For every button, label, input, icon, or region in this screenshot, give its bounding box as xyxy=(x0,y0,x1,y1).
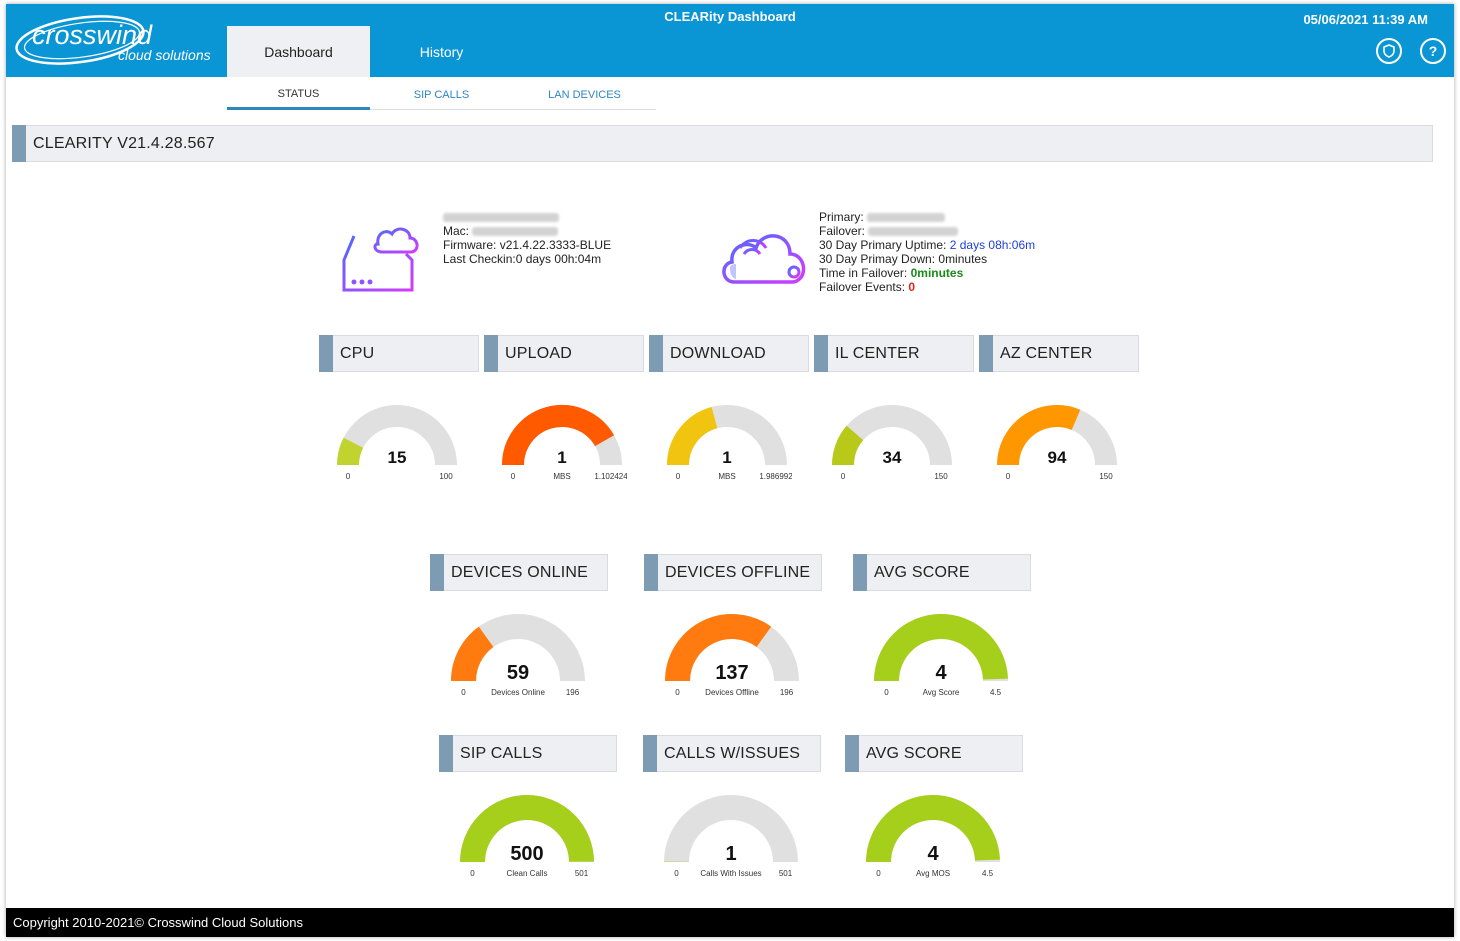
gauge-value: 4 xyxy=(927,843,939,865)
gauge-fill xyxy=(832,425,864,466)
gauge-max-label: 150 xyxy=(1099,472,1113,481)
app-title: CLEARity Dashboard xyxy=(664,9,796,24)
wan-primary: Primary: xyxy=(819,210,1035,224)
gauge-az-center: 94 0 150 xyxy=(997,405,1117,481)
datetime: 05/06/2021 11:39 AM xyxy=(1303,12,1428,27)
gauge-min-label: 0 xyxy=(346,472,351,481)
gauge-value: 1 xyxy=(722,448,731,467)
gauge-max-label: 4.5 xyxy=(982,869,994,878)
gauge-calls-issues: 1 0 501 Calls With Issues xyxy=(664,795,798,878)
gauge-min-label: 0 xyxy=(470,869,475,878)
gauge-min-label: 0 xyxy=(675,688,680,697)
sub-tabs: STATUS SIP CALLS LAN DEVICES xyxy=(227,80,656,110)
shield-icon[interactable] xyxy=(1376,38,1402,64)
gauge-avg-score-devices: 4 0 4.5 Avg Score xyxy=(874,614,1008,697)
gauge-max-label: 501 xyxy=(575,869,589,878)
gauge-value: 59 xyxy=(507,662,529,684)
gauge-min-label: 0 xyxy=(674,869,679,878)
subtab-status[interactable]: STATUS xyxy=(227,80,370,110)
gauge-min-label: 0 xyxy=(1006,472,1011,481)
cloud-icon xyxy=(722,234,806,284)
gauge-max-label: 196 xyxy=(566,688,580,697)
wan-info: Primary: Failover: 30 Day Primary Uptime… xyxy=(819,210,1035,294)
gauge-devices-online: 59 0 196 Devices Online xyxy=(451,614,585,697)
gauge-upload: 1 0 1.102424 MBS xyxy=(502,405,627,481)
gauge-unit-label: Avg Score xyxy=(923,688,960,697)
gauge-unit-label: Calls With Issues xyxy=(700,869,761,878)
top-bar: crosswind cloud solutions Dashboard Hist… xyxy=(6,4,1454,77)
wan-failover: Failover: xyxy=(819,224,1035,238)
brand-name: crosswind xyxy=(32,20,153,50)
router-icon xyxy=(342,227,419,292)
device-firmware: Firmware: v21.4.22.3333-BLUE xyxy=(443,238,612,252)
gauge-value: 94 xyxy=(1048,448,1067,467)
gauge-max-label: 150 xyxy=(934,472,948,481)
gauge-value: 34 xyxy=(883,448,902,467)
gauge-header-download: DOWNLOAD xyxy=(649,335,809,372)
gauge-value: 4 xyxy=(935,662,947,684)
gauge-devices-offline: 137 0 196 Devices Offline xyxy=(665,614,799,697)
gauge-max-label: 196 xyxy=(780,688,794,697)
device-last-checkin: Last Checkin:0 days 00h:04m xyxy=(443,252,602,266)
gauge-unit-label: MBS xyxy=(553,472,570,481)
help-icon[interactable]: ? xyxy=(1420,38,1446,64)
app-frame: crosswind cloud solutions Dashboard Hist… xyxy=(6,4,1454,937)
device-mac: Mac: xyxy=(443,224,611,238)
gauge-min-label: 0 xyxy=(511,472,516,481)
gauge-value: 500 xyxy=(510,843,543,865)
gauge-max-label: 100 xyxy=(439,472,453,481)
version-banner: CLEARITY V21.4.28.567 xyxy=(12,125,1433,162)
tab-dashboard[interactable]: Dashboard xyxy=(227,26,370,77)
gauge-il-center: 34 0 150 xyxy=(832,405,952,481)
gauge-max-label: 4.5 xyxy=(990,688,1002,697)
wan-down: 30 Day Primay Down: 0minutes xyxy=(819,252,988,266)
gauge-header-il-center: IL CENTER xyxy=(814,335,974,372)
gauge-header-calls-issues: CALLS W/ISSUES xyxy=(643,735,821,772)
brand-tagline: cloud solutions xyxy=(118,47,211,63)
gauge-unit-label: Avg MOS xyxy=(916,869,950,878)
gauge-fill xyxy=(451,626,494,682)
wan-time-failover: Time in Failover: 0minutes xyxy=(819,266,964,280)
gauge-value: 1 xyxy=(557,448,566,467)
gauge-fill xyxy=(337,437,364,466)
gauge-unit-label: MBS xyxy=(718,472,735,481)
wan-uptime: 30 Day Primary Uptime: 2 days 08h:06m xyxy=(819,238,1036,252)
gauge-unit-label: Clean Calls xyxy=(507,869,548,878)
footer: Copyright 2010-2021© Crosswind Cloud Sol… xyxy=(6,908,1454,937)
gauge-header-avg-score-calls: AVG SCORE xyxy=(845,735,1023,772)
gauge-sip-calls: 500 0 501 Clean Calls xyxy=(460,795,594,878)
gauge-header-cpu: CPU xyxy=(319,335,479,372)
gauge-min-label: 0 xyxy=(876,869,881,878)
gauge-max-label: 501 xyxy=(779,869,793,878)
gauge-header-sip-calls: SIP CALLS xyxy=(439,735,617,772)
gauge-min-label: 0 xyxy=(841,472,846,481)
gauge-fill xyxy=(667,406,718,466)
gauge-header-devices-online: DEVICES ONLINE xyxy=(430,554,608,591)
gauge-min-label: 0 xyxy=(461,688,466,697)
gauge-header-devices-offline: DEVICES OFFLINE xyxy=(644,554,822,591)
gauge-unit-label: Devices Online xyxy=(491,688,545,697)
subtab-sip-calls[interactable]: SIP CALLS xyxy=(370,80,513,110)
tab-history[interactable]: History xyxy=(370,26,513,77)
subtab-lan-devices[interactable]: LAN DEVICES xyxy=(513,80,656,110)
gauge-cpu: 15 0 100 xyxy=(337,405,457,481)
gauge-min-label: 0 xyxy=(884,688,889,697)
gauge-value: 15 xyxy=(388,448,407,467)
gauge-value: 1 xyxy=(725,843,736,865)
gauge-avg-score-calls: 4 0 4.5 Avg MOS xyxy=(866,795,1000,878)
gauge-value: 137 xyxy=(715,662,748,684)
gauge-unit-label: Devices Offline xyxy=(705,688,759,697)
gauge-max-label: 1.102424 xyxy=(594,472,627,481)
wan-failover-events: Failover Events: 0 xyxy=(819,280,916,294)
version-text: CLEARITY V21.4.28.567 xyxy=(33,134,215,152)
gauge-header-az-center: AZ CENTER xyxy=(979,335,1139,372)
gauge-download: 1 0 1.986992 MBS xyxy=(667,405,792,481)
device-name xyxy=(443,210,611,224)
gauge-min-label: 0 xyxy=(676,472,681,481)
device-info: Mac: Firmware: v21.4.22.3333-BLUE Last C… xyxy=(443,210,611,266)
gauge-header-upload: UPLOAD xyxy=(484,335,644,372)
gauge-max-label: 1.986992 xyxy=(759,472,792,481)
banner-marker xyxy=(12,125,26,162)
gauge-header-avg-score-devices: AVG SCORE xyxy=(853,554,1031,591)
